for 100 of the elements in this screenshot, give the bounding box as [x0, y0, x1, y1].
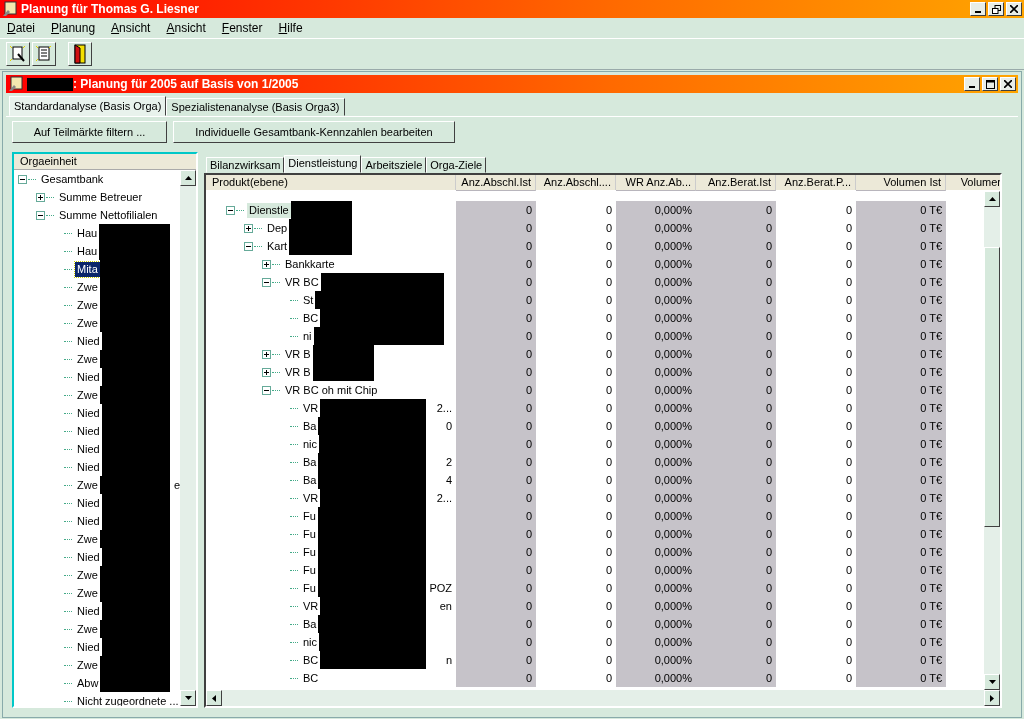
tree-item[interactable]: Mita [75, 261, 100, 277]
tree-item[interactable]: Zwe [75, 585, 100, 601]
tree-item[interactable]: VR B [283, 364, 313, 380]
close-button[interactable] [1006, 2, 1022, 16]
tree-item[interactable]: Bankkarte [283, 256, 337, 272]
collapse-icon[interactable] [36, 210, 45, 220]
tree-item[interactable]: Nied [75, 441, 102, 457]
tree-item[interactable]: BC [301, 670, 321, 686]
expand-icon[interactable] [244, 223, 253, 233]
tree-item[interactable]: Zwe [75, 567, 100, 583]
tree-item[interactable]: Nied [75, 513, 102, 529]
tree-item[interactable]: nic [301, 634, 320, 650]
tree-item[interactable]: Ba [301, 418, 319, 434]
tree-item[interactable]: VR BC oh mit Chip [283, 382, 380, 398]
tree-item[interactable]: VR [301, 400, 321, 416]
column-header[interactable]: Anz.Berat.P... [776, 175, 856, 190]
tree-item[interactable]: Zwe [75, 279, 100, 295]
column-header[interactable]: Anz.Berat.Ist [696, 175, 776, 191]
tree-item[interactable]: Zwe [75, 657, 100, 673]
menu-item[interactable]: Ansicht [106, 21, 156, 35]
tab[interactable]: Bilanzwirksam [206, 157, 285, 173]
column-header[interactable]: WR Anz.Ab... [616, 175, 696, 191]
tree-item[interactable]: Fu [301, 526, 318, 542]
collapse-icon[interactable] [262, 277, 271, 287]
tree-item[interactable]: Summe Betreuer [57, 189, 145, 205]
scrollbar[interactable] [180, 170, 196, 706]
menu-item[interactable]: Fenster [216, 21, 268, 35]
scrollbar[interactable] [984, 191, 1000, 690]
tree-item[interactable]: Fu [301, 508, 318, 524]
tab[interactable]: Spezialistenanalyse (Basis Orga3) [166, 98, 345, 116]
tree-item[interactable]: Zwe [75, 297, 100, 313]
tab[interactable]: Standardanalyse (Basis Orga) [9, 96, 167, 116]
tree-item[interactable]: Ba [301, 472, 319, 488]
column-header[interactable]: Volumer [946, 175, 1000, 190]
menu-item[interactable]: Datei [2, 21, 41, 35]
action-button[interactable]: Auf Teilmärkte filtern ... [12, 121, 167, 143]
tree-item[interactable]: Zwe [75, 531, 100, 547]
expand-icon[interactable] [262, 259, 271, 269]
new-document-icon[interactable] [6, 42, 30, 66]
tree-item[interactable]: Abw [75, 675, 101, 691]
tree-item[interactable]: Ba [301, 454, 319, 470]
tree-item[interactable]: Dep [265, 220, 290, 236]
column-header[interactable]: Anz.Abschl.... [536, 175, 616, 190]
menu-item[interactable]: Hilfe [273, 21, 308, 35]
tree-item[interactable]: Hau [75, 243, 100, 259]
menu-item[interactable]: Planung [46, 21, 101, 35]
tree-item[interactable]: Nied [75, 549, 102, 565]
tree-item[interactable]: BC [301, 652, 321, 668]
collapse-icon[interactable] [226, 205, 235, 215]
collapse-icon[interactable] [18, 174, 27, 184]
tree-item[interactable]: Nied [75, 333, 102, 349]
tree-item[interactable]: VR B [283, 346, 313, 362]
expand-icon[interactable] [262, 349, 271, 359]
tree-item[interactable]: Nied [75, 369, 102, 385]
tree-item[interactable]: Nied [75, 423, 102, 439]
tree-item[interactable]: Nicht zugeordnete ... [75, 693, 180, 706]
tree-item[interactable]: Nied [75, 603, 102, 619]
tree-item[interactable]: Zwe [75, 351, 100, 367]
tab[interactable]: Orga-Ziele [426, 157, 487, 173]
tree-item[interactable]: Zwe [75, 315, 100, 331]
tree-item[interactable]: Zwe [75, 621, 100, 637]
scrollbar[interactable] [206, 690, 1000, 706]
tree-item[interactable]: Fu [301, 580, 318, 596]
tree-item[interactable]: Nied [75, 495, 102, 511]
collapse-icon[interactable] [244, 241, 253, 251]
tree-item[interactable]: Nied [75, 459, 102, 475]
tree-item[interactable]: Zwe [75, 477, 100, 493]
tree-item[interactable]: Summe Nettofilialen [57, 207, 160, 223]
action-button[interactable]: Individuelle Gesamtbank-Kennzahlen bearbeiten [173, 121, 455, 143]
collapse-icon[interactable] [262, 385, 271, 395]
tree-item[interactable]: VR [301, 598, 321, 614]
tree-item[interactable]: Nied [75, 405, 102, 421]
expand-icon[interactable] [36, 192, 45, 202]
close-button[interactable] [1000, 77, 1016, 91]
tree-item[interactable]: VR [301, 490, 321, 506]
document-list-icon[interactable] [32, 42, 56, 66]
tree-item[interactable]: VR BC [283, 274, 321, 290]
tree-item[interactable]: Ba [301, 616, 319, 632]
tree-item[interactable]: Dienstle [247, 202, 291, 218]
tree-item[interactable]: Fu [301, 562, 318, 578]
tab[interactable]: Arbeitsziele [361, 157, 427, 173]
menu-item[interactable]: Ansicht [161, 21, 211, 35]
maximize-button[interactable] [982, 77, 998, 91]
tree-item[interactable]: Gesamtbank [39, 171, 106, 187]
tree-item[interactable]: Kart [265, 238, 290, 254]
expand-icon[interactable] [262, 367, 271, 377]
column-header[interactable]: Volumen Ist [856, 175, 946, 191]
minimize-button[interactable] [964, 77, 980, 91]
minimize-button[interactable] [970, 2, 986, 16]
tab[interactable]: Dienstleistung [284, 155, 362, 173]
tree-item[interactable]: Zwe [75, 387, 100, 403]
tree-item[interactable]: Fu [301, 544, 318, 560]
tree-item[interactable]: nic [301, 436, 320, 452]
tree-item[interactable]: ni [301, 328, 314, 344]
restore-button[interactable] [988, 2, 1004, 16]
tree-item[interactable]: Hau [75, 225, 100, 241]
tree-item[interactable]: Nied [75, 639, 102, 655]
column-header[interactable]: Produkt(ebene) [206, 175, 456, 190]
column-header[interactable]: Anz.Abschl.Ist [456, 175, 536, 191]
tree-item[interactable]: BC [301, 310, 321, 326]
